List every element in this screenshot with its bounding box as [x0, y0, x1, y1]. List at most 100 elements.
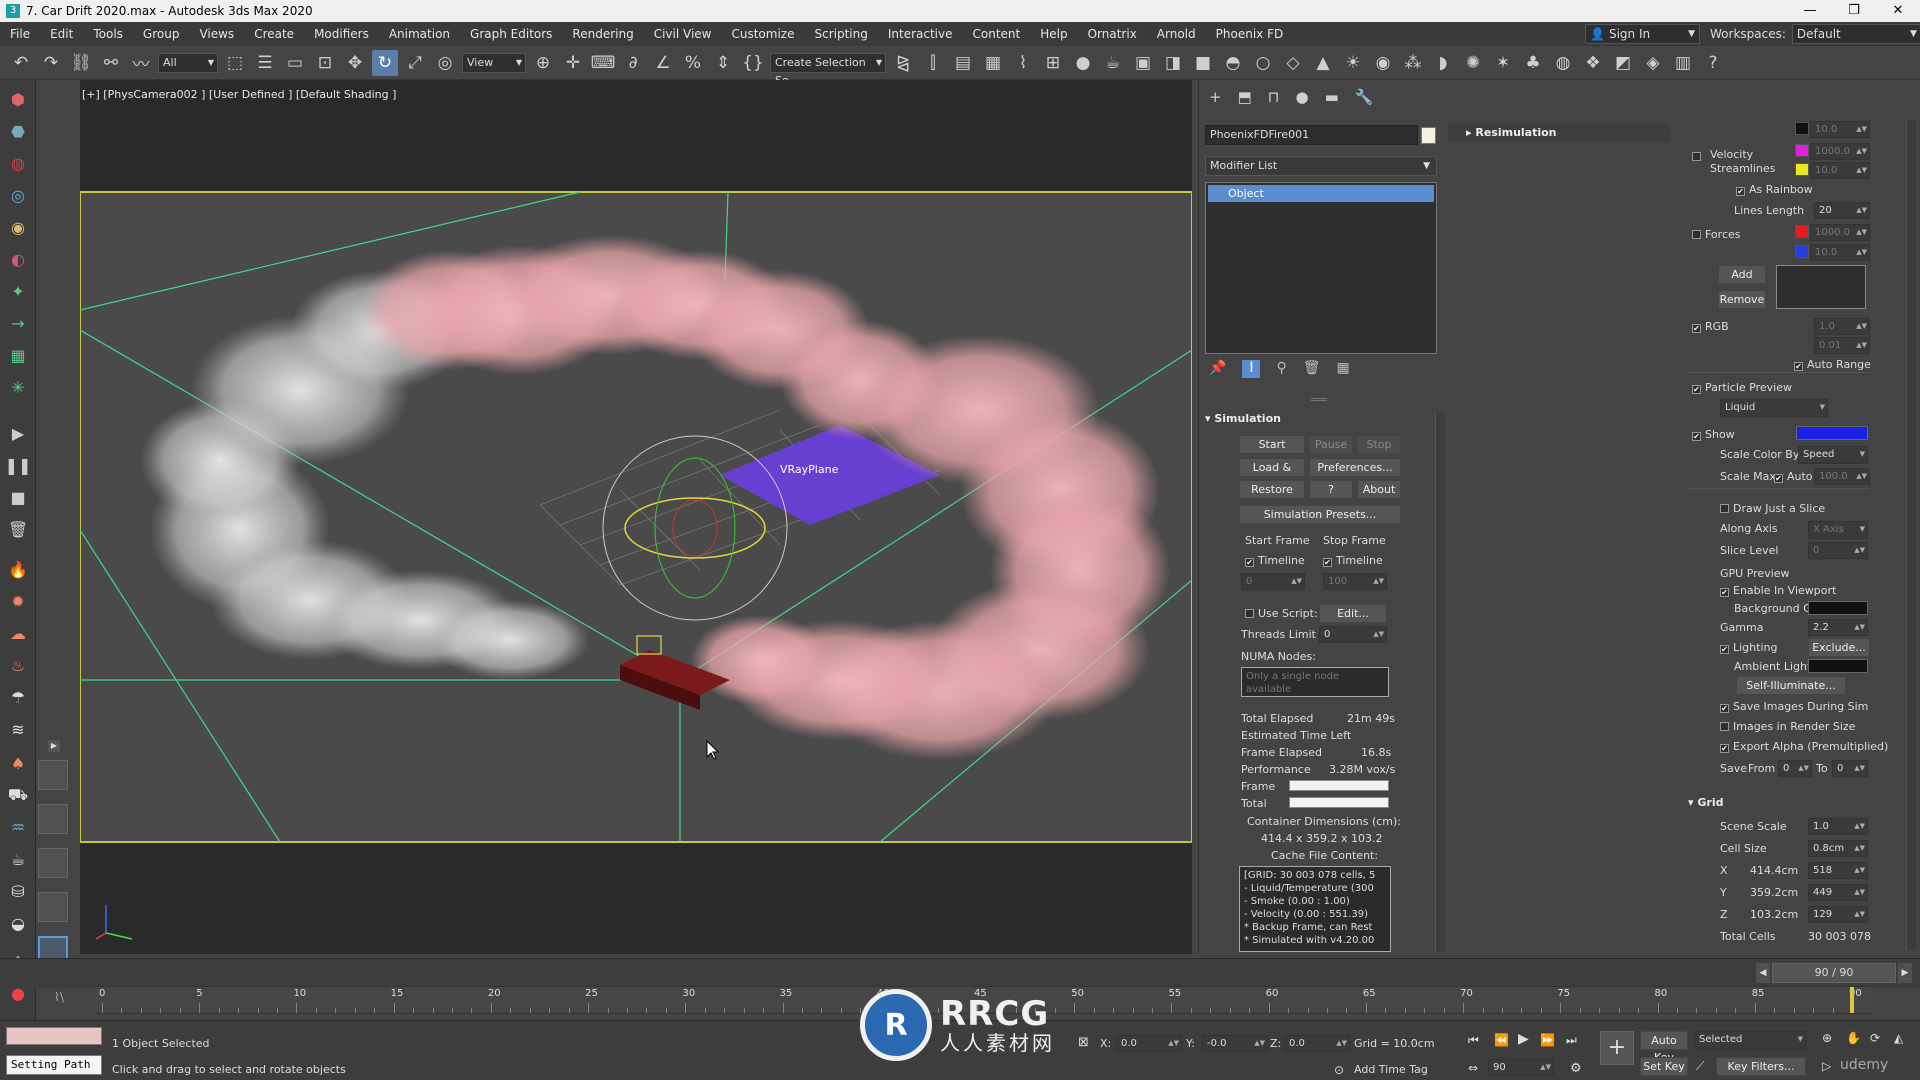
phoenix-source-tool-icon[interactable]: ◉	[5, 214, 31, 240]
panel-splitter[interactable]	[1311, 398, 1327, 401]
color-swatch[interactable]	[1795, 144, 1809, 157]
add-button[interactable]: Add	[1718, 265, 1766, 284]
scale-color-by-select[interactable]: Speed ▼	[1798, 446, 1868, 464]
particle-preview-checkbox[interactable]: ✔ Particle Preview	[1692, 381, 1792, 394]
phoenix-ocean-tool-icon[interactable]: ✦	[5, 278, 31, 304]
start-frame-spinner[interactable]: 0 ▲▼	[1241, 573, 1305, 590]
slice-level-spinner[interactable]: 0 ▲▼	[1808, 542, 1868, 559]
previous-frame-icon[interactable]: ⏪	[1494, 1033, 1509, 1047]
close-button[interactable]: ✕	[1876, 0, 1920, 22]
stop-icon[interactable]: ■	[5, 484, 31, 510]
mirror-icon[interactable]: ⧎	[890, 50, 916, 76]
current-frame-marker[interactable]	[1850, 987, 1854, 1013]
toggle-scene-explorer-icon[interactable]: ▤	[950, 50, 976, 76]
phoenix-source-icon[interactable]: ✺	[1460, 50, 1486, 76]
phoenix-ocean-icon[interactable]: ◈	[1640, 50, 1666, 76]
keyboard-shortcut-icon[interactable]: ⌨	[590, 50, 616, 76]
rgb-checkbox[interactable]: ✔ RGB	[1692, 320, 1729, 333]
save-from-spinner[interactable]: 0 ▲▼	[1778, 760, 1812, 777]
color-swatch[interactable]	[1795, 122, 1809, 135]
menu-views[interactable]: Views	[189, 22, 244, 46]
viewport[interactable]: VRayPlane	[80, 80, 1192, 954]
layout-tab-1[interactable]	[38, 760, 68, 790]
configure-sets-icon[interactable]: ▦	[1336, 360, 1349, 378]
numa-nodes-field[interactable]: Only a single node available	[1241, 667, 1389, 697]
exclude-button[interactable]: Exclude...	[1808, 638, 1870, 657]
time-slider[interactable]: ◀ 90 / 90 ▶	[0, 958, 1920, 988]
layout-tab-4[interactable]	[38, 892, 68, 922]
liquid-preset-icon[interactable]: ☂	[5, 684, 31, 710]
cup-preset-icon[interactable]: ☕	[5, 846, 31, 872]
sun-icon[interactable]: ☀	[1340, 50, 1366, 76]
set-key-big-button[interactable]: +	[1600, 1031, 1634, 1065]
save-images-checkbox[interactable]: ✔ Save Images During Sim	[1720, 700, 1868, 713]
auto-range-checkbox[interactable]: ✔ Auto Range	[1794, 358, 1871, 371]
menu-phoenix-fd[interactable]: Phoenix FD	[1206, 22, 1294, 46]
menu-group[interactable]: Group	[133, 22, 190, 46]
start-button[interactable]: Start	[1239, 435, 1305, 454]
simulation-rollout-header[interactable]: ▾ Simulation	[1205, 412, 1281, 425]
cell-size-spinner[interactable]: 0.8cm ▲▼	[1808, 840, 1868, 857]
help-button[interactable]: ?	[1309, 480, 1353, 499]
select-manipulate-icon[interactable]: ✛	[560, 50, 586, 76]
dome-light-icon[interactable]: ◓	[1220, 50, 1246, 76]
key-tangent-icon[interactable]: ⟋	[1696, 1059, 1704, 1074]
bucket-preset-icon[interactable]: ⛁	[5, 878, 31, 904]
stop-frame-spinner[interactable]: 100 ▲▼	[1323, 573, 1387, 590]
candle-preset-icon[interactable]: ♨	[5, 652, 31, 678]
simulation-presets-button[interactable]: Simulation Presets...	[1239, 505, 1401, 524]
track-bar-toggle-icon[interactable]: ⌇\	[54, 990, 64, 1004]
car-preset-icon[interactable]: ⛟	[5, 782, 31, 808]
threads-limit-spinner[interactable]: 0 ▲▼	[1319, 626, 1387, 643]
resimulation-rollout-header[interactable]: ▸ Resimulation	[1448, 124, 1670, 142]
menu-civil-view[interactable]: Civil View	[644, 22, 722, 46]
cache-file-content-box[interactable]: [GRID: 30 003 078 cells, 5 - Liquid/Temp…	[1239, 866, 1391, 952]
make-unique-icon[interactable]: ⚲	[1276, 360, 1286, 378]
percent-snap-icon[interactable]: %	[680, 50, 706, 76]
create-geometry-icon[interactable]: ⬢	[5, 86, 31, 112]
rgb-scale-spinner[interactable]: 1.0 ▲▼	[1814, 318, 1870, 335]
current-frame-field[interactable]: 90 ▲▼	[1488, 1059, 1554, 1076]
pause-button[interactable]: Pause	[1309, 435, 1353, 454]
key-filters-button[interactable]: Key Filters...	[1716, 1057, 1806, 1076]
bind-space-warp-icon[interactable]: 〰	[128, 50, 154, 76]
phoenix-fire-icon[interactable]: ⬣	[5, 118, 31, 144]
phoenix-grid-tool-icon[interactable]: ▦	[5, 342, 31, 368]
export-alpha-checkbox[interactable]: ✔ Export Alpha (Premultiplied)	[1720, 740, 1888, 753]
value-spinner[interactable]: 1000.0 ▲▼	[1810, 143, 1870, 160]
use-script-checkbox[interactable]: Use Script:	[1245, 607, 1318, 620]
workspace-select[interactable]: Default ▼	[1791, 24, 1920, 44]
select-object-icon[interactable]: ⬚	[222, 50, 248, 76]
save-to-spinner[interactable]: 0 ▲▼	[1832, 760, 1868, 777]
x-cells-spinner[interactable]: 518 ▲▼	[1808, 862, 1868, 879]
stop-button[interactable]: Stop	[1357, 435, 1401, 454]
preview-panel-scrollbar[interactable]	[1906, 120, 1916, 950]
sign-in-dropdown[interactable]: 👤 Sign In ▼	[1585, 24, 1700, 44]
preferences-button[interactable]: Preferences...	[1309, 458, 1401, 477]
value-spinner[interactable]: 1000.0 ▲▼	[1810, 224, 1870, 241]
help-icon[interactable]: ?	[1700, 50, 1726, 76]
create-tab-icon[interactable]: +	[1209, 88, 1222, 106]
phoenix-particles-icon[interactable]: ❖	[1580, 50, 1606, 76]
rgb-min-spinner[interactable]: 0.01 ▲▼	[1814, 337, 1870, 354]
menu-create[interactable]: Create	[244, 22, 304, 46]
menu-file[interactable]: File	[0, 22, 40, 46]
scene-scale-spinner[interactable]: 1.0 ▲▼	[1808, 818, 1868, 835]
color-swatch[interactable]	[1795, 163, 1809, 176]
menu-interactive[interactable]: Interactive	[878, 22, 963, 46]
spinner-snap-icon[interactable]: ⇕	[710, 50, 736, 76]
show-end-result-icon[interactable]: Ⅰ	[1242, 360, 1261, 378]
pause-icon[interactable]: ❚❚	[5, 452, 32, 478]
minimize-button[interactable]: —	[1788, 0, 1832, 22]
reference-coord-select[interactable]: View ▼	[462, 52, 526, 73]
value-spinner[interactable]: 10.0 ▲▼	[1810, 162, 1870, 179]
pin-stack-icon[interactable]: 📌	[1209, 360, 1226, 378]
angle-snap-icon[interactable]: ∠	[650, 50, 676, 76]
named-selection-set-select[interactable]: Create Selection Se ▼	[770, 52, 886, 87]
scale-max-spinner[interactable]: 100.0 ▲▼	[1814, 468, 1870, 485]
object-name-field[interactable]: PhoenixFDFire001	[1205, 125, 1418, 145]
object-color-swatch[interactable]	[1421, 127, 1436, 144]
link-icon[interactable]: ⛓	[68, 50, 94, 76]
vray-sphere-icon[interactable]: ◉	[1370, 50, 1396, 76]
rectangular-selection-icon[interactable]: ▭	[282, 50, 308, 76]
